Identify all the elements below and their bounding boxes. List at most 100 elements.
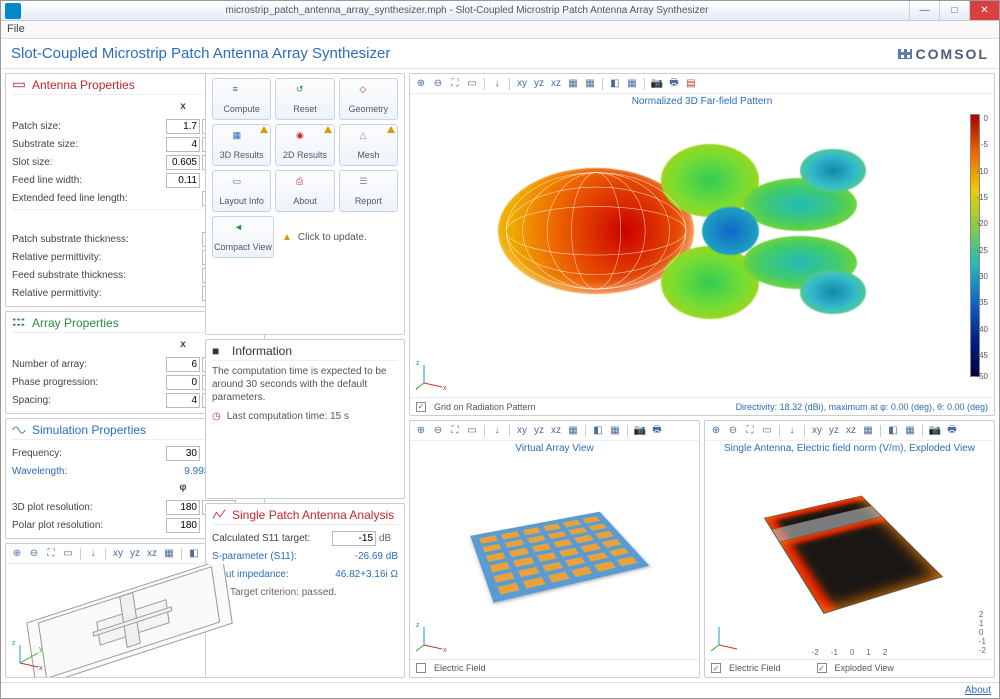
click-update-label: Click to update. xyxy=(298,232,367,243)
substrate-size-x-input[interactable] xyxy=(166,137,200,152)
plane-yz-icon[interactable]: yz xyxy=(532,424,546,438)
view-3d-icon[interactable]: ▦ xyxy=(162,547,176,561)
num-array-x-input[interactable] xyxy=(166,357,200,372)
zoom-in-icon[interactable]: ⊕ xyxy=(414,77,428,91)
clock-icon: ◷ xyxy=(212,410,221,423)
geometry-button[interactable]: ◇Geometry xyxy=(339,78,398,120)
zoom-fit-icon[interactable]: ⛶ xyxy=(743,424,757,438)
view-3d-icon[interactable]: ▦ xyxy=(861,424,875,438)
camera-icon[interactable]: 📷 xyxy=(928,424,942,438)
window-close-button[interactable]: ✕ xyxy=(969,1,999,20)
camera-icon[interactable]: 📷 xyxy=(633,424,647,438)
patch-size-x-input[interactable] xyxy=(166,119,200,134)
select-mode-icon[interactable]: ◧ xyxy=(591,424,605,438)
view-default-icon[interactable]: ↓ xyxy=(785,424,799,438)
results3d-button[interactable]: ▦3D Results xyxy=(212,124,271,166)
plane-xz-icon[interactable]: xz xyxy=(549,77,563,91)
info-icon: ■ xyxy=(212,344,226,358)
compact-view-button[interactable]: ◄Compact View xyxy=(212,216,274,258)
app-icon xyxy=(5,3,21,19)
polar-res-input[interactable] xyxy=(166,518,200,533)
frequency-input[interactable] xyxy=(166,446,200,461)
view-iso-icon[interactable]: ▦ xyxy=(583,77,597,91)
zoom-box-icon[interactable]: ▭ xyxy=(61,547,75,561)
view-3d-icon[interactable]: ▦ xyxy=(566,424,580,438)
layout-button[interactable]: ▭Layout Info xyxy=(212,170,271,212)
select-mode-icon[interactable]: ◧ xyxy=(608,77,622,91)
plane-yz-icon[interactable]: yz xyxy=(128,547,142,561)
plane-xy-icon[interactable]: xy xyxy=(810,424,824,438)
about-link[interactable]: About xyxy=(965,685,991,696)
spacing-x-input[interactable] xyxy=(166,393,200,408)
window-minimize-button[interactable]: — xyxy=(909,1,939,20)
virtual-efield-checkbox[interactable] xyxy=(416,663,426,673)
zoom-box-icon[interactable]: ▭ xyxy=(465,424,479,438)
zoom-fit-icon[interactable]: ⛶ xyxy=(448,77,462,91)
svg-text:x: x xyxy=(39,665,43,671)
zoom-out-icon[interactable]: ⊖ xyxy=(27,547,41,561)
print-icon[interactable]: 🖶 xyxy=(650,424,664,438)
farfield-plot[interactable]: Normalized 3D Far-field Pattern xyxy=(410,94,994,397)
plane-xy-icon[interactable]: xy xyxy=(515,424,529,438)
render-mode-icon[interactable]: ▦ xyxy=(903,424,917,438)
menu-file[interactable]: File xyxy=(7,23,25,35)
select-mode-icon[interactable]: ◧ xyxy=(187,547,201,561)
zoom-in-icon[interactable]: ⊕ xyxy=(414,424,428,438)
res3d-phi-input[interactable] xyxy=(166,500,200,515)
plane-xz-icon[interactable]: xz xyxy=(549,424,563,438)
array-board xyxy=(470,512,649,603)
about-button[interactable]: ⎙About xyxy=(275,170,334,212)
view-default-icon[interactable]: ↓ xyxy=(490,424,504,438)
results2d-button[interactable]: ◉2D Results xyxy=(275,124,334,166)
view-default-icon[interactable]: ↓ xyxy=(490,77,504,91)
zoom-fit-icon[interactable]: ⛶ xyxy=(44,547,58,561)
window-maximize-button[interactable]: □ xyxy=(939,1,969,20)
print-icon[interactable]: 🖶 xyxy=(945,424,959,438)
compute-button[interactable]: ≡Compute xyxy=(212,78,271,120)
zoom-fit-icon[interactable]: ⛶ xyxy=(448,424,462,438)
polar-icon: ◉ xyxy=(296,130,314,148)
single-antenna-plot[interactable]: Single Antenna, Electric field norm (V/m… xyxy=(705,441,994,659)
antenna-icon xyxy=(12,78,26,92)
exploded-view-checkbox[interactable]: ✓ xyxy=(817,663,827,673)
select-mode-icon[interactable]: ◧ xyxy=(886,424,900,438)
phase-x-input[interactable] xyxy=(166,375,200,390)
slot-size-x-input[interactable] xyxy=(166,155,200,170)
feed-width-input[interactable] xyxy=(166,173,200,188)
render-mode-icon[interactable]: ▦ xyxy=(625,77,639,91)
plane-xz-icon[interactable]: xz xyxy=(145,547,159,561)
export-icon[interactable]: ▤ xyxy=(684,77,698,91)
zoom-out-icon[interactable]: ⊖ xyxy=(726,424,740,438)
about-icon: ⎙ xyxy=(296,176,314,194)
mesh-button[interactable]: △Mesh xyxy=(339,124,398,166)
compute-icon: ≡ xyxy=(233,84,251,102)
plane-xy-icon[interactable]: xy xyxy=(111,547,125,561)
plane-yz-icon[interactable]: yz xyxy=(532,77,546,91)
camera-icon[interactable]: 📷 xyxy=(650,77,664,91)
zoom-box-icon[interactable]: ▭ xyxy=(465,77,479,91)
plane-yz-icon[interactable]: yz xyxy=(827,424,841,438)
view-xy-icon[interactable]: ↓ xyxy=(86,547,100,561)
view-3d-icon[interactable]: ▦ xyxy=(566,77,580,91)
s11-value: -26.69 dB xyxy=(338,551,398,562)
print-icon[interactable]: 🖶 xyxy=(667,77,681,91)
zoom-in-icon[interactable]: ⊕ xyxy=(709,424,723,438)
menubar: File xyxy=(1,21,999,39)
reset-button[interactable]: ↺Reset xyxy=(275,78,334,120)
render-mode-icon[interactable]: ▦ xyxy=(608,424,622,438)
zin-value: 46.82+3.16i Ω xyxy=(318,569,398,580)
geometry-plot[interactable]: zxy xyxy=(6,564,264,677)
s11-target-input[interactable] xyxy=(332,531,376,546)
zoom-in-icon[interactable]: ⊕ xyxy=(10,547,24,561)
report-button[interactable]: ☰Report xyxy=(339,170,398,212)
zoom-out-icon[interactable]: ⊖ xyxy=(431,77,445,91)
single-efield-checkbox[interactable]: ✓ xyxy=(711,663,721,673)
zoom-out-icon[interactable]: ⊖ xyxy=(431,424,445,438)
grid-radiation-checkbox[interactable]: ✓ xyxy=(416,402,426,412)
geometry-viewer: ⊕ ⊖ ⛶ ▭ ↓ xy yz xz ▦ ◧ ▦ 📷 🖶 xyxy=(5,543,265,678)
plane-xy-icon[interactable]: xy xyxy=(515,77,529,91)
plane-xz-icon[interactable]: xz xyxy=(844,424,858,438)
status-bar: About xyxy=(1,682,999,698)
virtual-array-plot[interactable]: Virtual Array View zx xyxy=(410,441,699,659)
zoom-box-icon[interactable]: ▭ xyxy=(760,424,774,438)
